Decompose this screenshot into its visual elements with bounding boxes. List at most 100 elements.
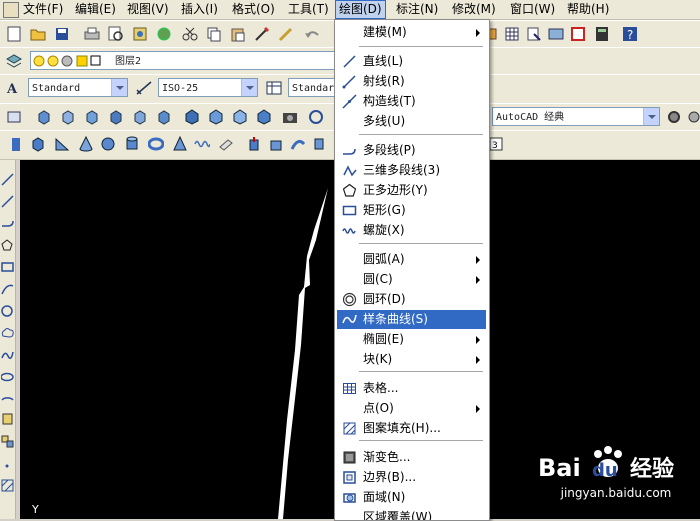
markup-icon[interactable] bbox=[546, 24, 566, 44]
paste-icon[interactable] bbox=[228, 24, 248, 44]
markup-set-icon[interactable] bbox=[568, 24, 588, 44]
nw-iso-view-icon[interactable] bbox=[254, 107, 274, 127]
se-iso-view-icon[interactable] bbox=[206, 107, 226, 127]
back-view-icon[interactable] bbox=[154, 107, 174, 127]
open-icon[interactable] bbox=[28, 24, 48, 44]
draw-menu-item[interactable]: 图案填充(H)... bbox=[337, 419, 486, 438]
ellipse-arc-tool-icon[interactable] bbox=[1, 392, 14, 407]
menu-edit[interactable]: 编辑(E) bbox=[72, 1, 119, 18]
cone-icon[interactable] bbox=[76, 134, 96, 154]
draw-menu-item[interactable]: 表格... bbox=[337, 379, 486, 398]
draw-menu-item[interactable]: 矩形(G) bbox=[337, 201, 486, 220]
draw-menu-item[interactable]: 构造线(T) bbox=[337, 92, 486, 111]
revcloud-tool-icon[interactable] bbox=[1, 326, 14, 341]
right-view-icon[interactable] bbox=[106, 107, 126, 127]
plot-preview-icon[interactable] bbox=[106, 24, 126, 44]
tool-palettes-icon[interactable] bbox=[502, 24, 522, 44]
wedge-icon[interactable] bbox=[52, 134, 72, 154]
help-icon[interactable]: ? bbox=[620, 24, 640, 44]
box-icon[interactable] bbox=[28, 134, 48, 154]
extrude-icon[interactable] bbox=[244, 134, 264, 154]
menu-modify[interactable]: 修改(M) bbox=[449, 1, 499, 18]
draw-menu-item[interactable]: 正多边形(Y) bbox=[337, 181, 486, 200]
rectangle-tool-icon[interactable] bbox=[1, 260, 14, 275]
polyline-tool-icon[interactable] bbox=[1, 216, 14, 231]
draw-menu-item[interactable]: 射线(R) bbox=[337, 72, 486, 91]
draw-menu-item[interactable]: 面域(N) bbox=[337, 488, 486, 507]
cylinder-icon[interactable] bbox=[122, 134, 142, 154]
polysolid-icon[interactable] bbox=[6, 134, 26, 154]
hatch-tool-icon[interactable] bbox=[1, 478, 14, 493]
calculator-icon[interactable] bbox=[592, 24, 612, 44]
workspace-combo[interactable]: AutoCAD 经典 bbox=[492, 107, 660, 126]
orbit-icon[interactable] bbox=[306, 107, 326, 127]
ne-iso-view-icon[interactable] bbox=[230, 107, 250, 127]
menu-tools[interactable]: 工具(T) bbox=[285, 1, 332, 18]
app-icon[interactable] bbox=[3, 2, 19, 18]
top-view-icon[interactable] bbox=[34, 107, 54, 127]
copy-icon[interactable] bbox=[204, 24, 224, 44]
pyramid-icon[interactable] bbox=[170, 134, 190, 154]
block-editor-icon[interactable] bbox=[276, 24, 296, 44]
draw-menu-item[interactable]: 圆弧(A) bbox=[337, 250, 486, 269]
draw-menu-item[interactable]: 三维多段线(3) bbox=[337, 161, 486, 180]
polygon-tool-icon[interactable] bbox=[1, 238, 14, 253]
menu-help[interactable]: 帮助(H) bbox=[564, 1, 612, 18]
save-icon[interactable] bbox=[52, 24, 72, 44]
menu-file[interactable]: 文件(F) bbox=[20, 1, 66, 18]
sheet-set-icon[interactable] bbox=[524, 24, 544, 44]
text-style-combo[interactable]: Standard bbox=[28, 78, 128, 97]
draw-menu-item[interactable]: 椭圆(E) bbox=[337, 330, 486, 349]
sw-iso-view-icon[interactable] bbox=[182, 107, 202, 127]
line-tool-icon[interactable] bbox=[1, 172, 14, 187]
make-block-tool-icon[interactable] bbox=[1, 434, 14, 449]
menu-dimension[interactable]: 标注(N) bbox=[393, 1, 441, 18]
layer-combo[interactable]: 图层2 bbox=[30, 51, 335, 70]
menu-insert[interactable]: 插入(I) bbox=[178, 1, 221, 18]
draw-menu-item[interactable]: 建模(M) bbox=[337, 23, 486, 42]
circle-tool-icon[interactable] bbox=[1, 304, 14, 319]
draw-menu-item[interactable]: 样条曲线(S) bbox=[337, 310, 486, 329]
helix-tool-icon[interactable] bbox=[192, 134, 212, 154]
text-style-icon[interactable]: A bbox=[4, 78, 24, 98]
draw-menu-item[interactable]: 直线(L) bbox=[337, 52, 486, 71]
planar-surface-icon[interactable] bbox=[216, 134, 236, 154]
draw-menu-item[interactable]: 圆环(D) bbox=[337, 290, 486, 309]
dim-style-icon[interactable] bbox=[134, 78, 154, 98]
draw-menu-item[interactable]: 螺旋(X) bbox=[337, 221, 486, 240]
draw-menu-item[interactable]: 区域覆盖(W) bbox=[337, 508, 486, 520]
menu-draw[interactable]: 绘图(D) bbox=[335, 0, 386, 19]
camera-icon[interactable] bbox=[280, 107, 300, 127]
sweep-icon[interactable] bbox=[288, 134, 308, 154]
table-style-combo[interactable]: Standard bbox=[288, 78, 335, 97]
table-style-icon[interactable] bbox=[264, 78, 284, 98]
menu-window[interactable]: 窗口(W) bbox=[507, 1, 558, 18]
point-tool-icon[interactable] bbox=[1, 458, 14, 473]
new-icon[interactable] bbox=[4, 24, 24, 44]
sphere-icon[interactable] bbox=[98, 134, 118, 154]
ellipse-tool-icon[interactable] bbox=[1, 370, 14, 385]
construction-line-tool-icon[interactable] bbox=[1, 194, 14, 209]
draw-menu-item[interactable]: 多段线(P) bbox=[337, 141, 486, 160]
print-icon[interactable] bbox=[82, 24, 102, 44]
cut-icon[interactable] bbox=[180, 24, 200, 44]
workspace-save-icon[interactable] bbox=[684, 107, 700, 127]
front-view-icon[interactable] bbox=[130, 107, 150, 127]
menu-format[interactable]: 格式(O) bbox=[229, 1, 278, 18]
menu-view[interactable]: 视图(V) bbox=[124, 1, 172, 18]
spline-tool-icon[interactable] bbox=[1, 348, 14, 363]
draw-menu-item[interactable]: 多线(U) bbox=[337, 112, 486, 131]
match-properties-icon[interactable] bbox=[252, 24, 272, 44]
publish-3d-icon[interactable] bbox=[154, 24, 174, 44]
bottom-view-icon[interactable] bbox=[58, 107, 78, 127]
layer-manager-icon[interactable] bbox=[4, 51, 24, 71]
draw-menu-item[interactable]: 圆(C) bbox=[337, 270, 486, 289]
draw-menu-item[interactable]: 边界(B)... bbox=[337, 468, 486, 487]
publish-icon[interactable] bbox=[130, 24, 150, 44]
presspull-icon[interactable] bbox=[266, 134, 286, 154]
draw-menu-item[interactable]: 渐变色... bbox=[337, 448, 486, 467]
named-views-icon[interactable] bbox=[4, 107, 24, 127]
draw-menu-item[interactable]: 块(K) bbox=[337, 350, 486, 369]
torus-icon[interactable] bbox=[146, 134, 166, 154]
dim-style-combo[interactable]: ISO-25 bbox=[158, 78, 258, 97]
